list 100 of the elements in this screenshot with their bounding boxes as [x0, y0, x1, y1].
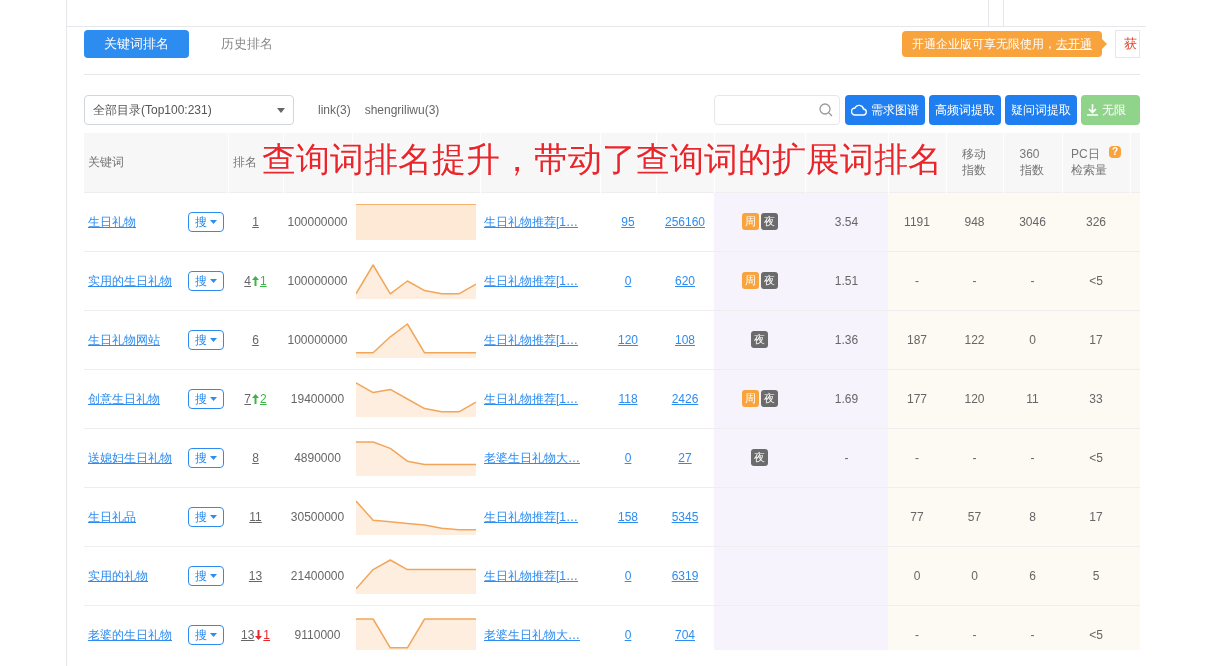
count-link[interactable]: 120	[618, 332, 638, 347]
keyword-link[interactable]: 实用的生日礼物	[88, 271, 172, 290]
keyword-link[interactable]: 创意生日礼物	[88, 389, 160, 408]
help-icon: ?	[1109, 146, 1121, 159]
value-text: 3046	[1019, 214, 1046, 229]
index-value: 4890000	[294, 450, 341, 465]
caret-icon	[277, 107, 285, 113]
promo-link[interactable]: 去开通	[1056, 35, 1092, 53]
tag: 夜	[760, 390, 778, 407]
keyword-link[interactable]: 生日礼品	[88, 507, 136, 526]
value-text: -	[972, 273, 977, 288]
rank-link[interactable]: 11	[249, 509, 262, 524]
index-value: 19400000	[290, 391, 345, 406]
value-text: 8	[1029, 509, 1036, 524]
count-link[interactable]: 108	[675, 332, 695, 347]
caret-icon	[210, 337, 217, 342]
side-button[interactable]: 获	[1115, 30, 1140, 58]
count-link[interactable]: 620	[675, 273, 695, 288]
toolbar-button[interactable]: 疑问词提取	[1005, 95, 1077, 125]
keyword-link[interactable]: 生日礼物网站	[88, 330, 160, 349]
caret-icon	[210, 278, 217, 283]
count-link[interactable]: 27	[678, 450, 692, 465]
count-link[interactable]: 118	[618, 391, 638, 406]
search-field[interactable]	[714, 95, 840, 125]
keyword-link[interactable]: 送媳妇生日礼物	[88, 448, 172, 467]
value-text: -	[915, 273, 919, 288]
search-dropdown[interactable]: 搜	[188, 388, 224, 409]
title-link[interactable]: 老婆生日礼物大…	[484, 450, 580, 465]
title-link[interactable]: 生日礼物推荐[1…	[484, 214, 578, 229]
tab[interactable]: 历史排名	[201, 30, 293, 58]
title-link[interactable]: 生日礼物推荐[1…	[484, 332, 578, 347]
title-link[interactable]: 生日礼物推荐[1…	[484, 391, 578, 406]
count-link[interactable]: 158	[618, 509, 638, 524]
value-text: -	[844, 450, 849, 465]
filter-link[interactable]: link(3)	[318, 101, 351, 119]
search-dropdown[interactable]: 搜	[188, 506, 224, 527]
value-text: -	[1030, 627, 1035, 642]
count-link[interactable]: 6319	[671, 568, 699, 583]
category-select[interactable]: 全部目录(Top100:231)	[84, 95, 294, 125]
search-dropdown[interactable]: 搜	[188, 270, 224, 291]
keyword-link[interactable]: 老婆的生日礼物	[88, 625, 172, 644]
keyword-link[interactable]: 实用的礼物	[88, 566, 148, 585]
tag: 夜	[751, 331, 768, 348]
caret-icon	[210, 514, 217, 519]
column-header: 移动指数	[961, 146, 987, 179]
count-link[interactable]: 2426	[671, 391, 699, 406]
filter-link[interactable]: shengriliwu(3)	[364, 101, 440, 119]
caption-overlay: 查询词排名提升，带动了查询词的扩展词排名	[262, 139, 942, 180]
cloud-icon	[851, 104, 867, 116]
value-text: 17	[1089, 509, 1103, 524]
tag: 周	[741, 272, 759, 289]
title-link[interactable]: 生日礼物推荐[1…	[484, 568, 578, 583]
value-text: <5	[1089, 450, 1103, 465]
value-text: 120	[964, 391, 985, 406]
rank-change-value: 1	[263, 627, 270, 642]
value-text: -	[972, 627, 977, 642]
toolbar-button[interactable]: 需求图谱	[845, 95, 925, 125]
count-link[interactable]: 0	[624, 273, 632, 288]
value-text: 0	[971, 568, 978, 583]
keyword-link[interactable]: 生日礼物	[88, 212, 136, 231]
rank-link[interactable]: 1	[252, 214, 259, 229]
count-link[interactable]: 0	[624, 568, 632, 583]
tag: 夜	[760, 272, 778, 289]
rank-link[interactable]: 7	[244, 391, 251, 406]
value-text: <5	[1089, 273, 1103, 288]
rank-link[interactable]: 13	[240, 627, 255, 642]
search-dropdown[interactable]: 搜	[188, 211, 224, 232]
value-text: <5	[1089, 627, 1103, 642]
rank-change-value: 1	[260, 273, 267, 288]
rank-link[interactable]: 13	[248, 568, 263, 583]
search-dropdown[interactable]: 搜	[188, 447, 224, 468]
title-link[interactable]: 生日礼物推荐[1…	[484, 509, 578, 524]
value-text: -	[1030, 450, 1035, 465]
tab[interactable]: 关键词排名	[84, 30, 189, 58]
rank-link[interactable]: 4	[244, 273, 251, 288]
value-text: 0	[1029, 332, 1036, 347]
value-text: 0	[913, 568, 921, 583]
count-link[interactable]: 95	[621, 214, 635, 229]
toolbar-button[interactable]: 高频词提取	[929, 95, 1001, 125]
rank-link[interactable]: 6	[252, 332, 259, 347]
value-text: -	[915, 450, 919, 465]
value-text: 1.51	[834, 273, 859, 288]
rank-link[interactable]: 8	[252, 450, 259, 465]
value-text: -	[915, 627, 919, 642]
count-link[interactable]: 0	[624, 627, 632, 642]
search-dropdown[interactable]: 搜	[188, 329, 224, 350]
count-link[interactable]: 5345	[671, 509, 699, 524]
title-link[interactable]: 老婆生日礼物大…	[484, 627, 580, 642]
search-dropdown[interactable]: 搜	[188, 565, 224, 586]
count-link[interactable]: 0	[624, 450, 632, 465]
count-link[interactable]: 256160	[664, 214, 705, 229]
value-text: 6	[1029, 568, 1036, 583]
value-text: 1.69	[834, 391, 859, 406]
count-link[interactable]: 704	[675, 627, 695, 642]
title-link[interactable]: 生日礼物推荐[1…	[484, 273, 578, 288]
caret-icon	[210, 632, 217, 637]
value-text: 33	[1089, 391, 1103, 406]
search-dropdown[interactable]: 搜	[188, 624, 224, 645]
value-text: -	[1030, 273, 1035, 288]
value-text: 177	[907, 391, 927, 406]
